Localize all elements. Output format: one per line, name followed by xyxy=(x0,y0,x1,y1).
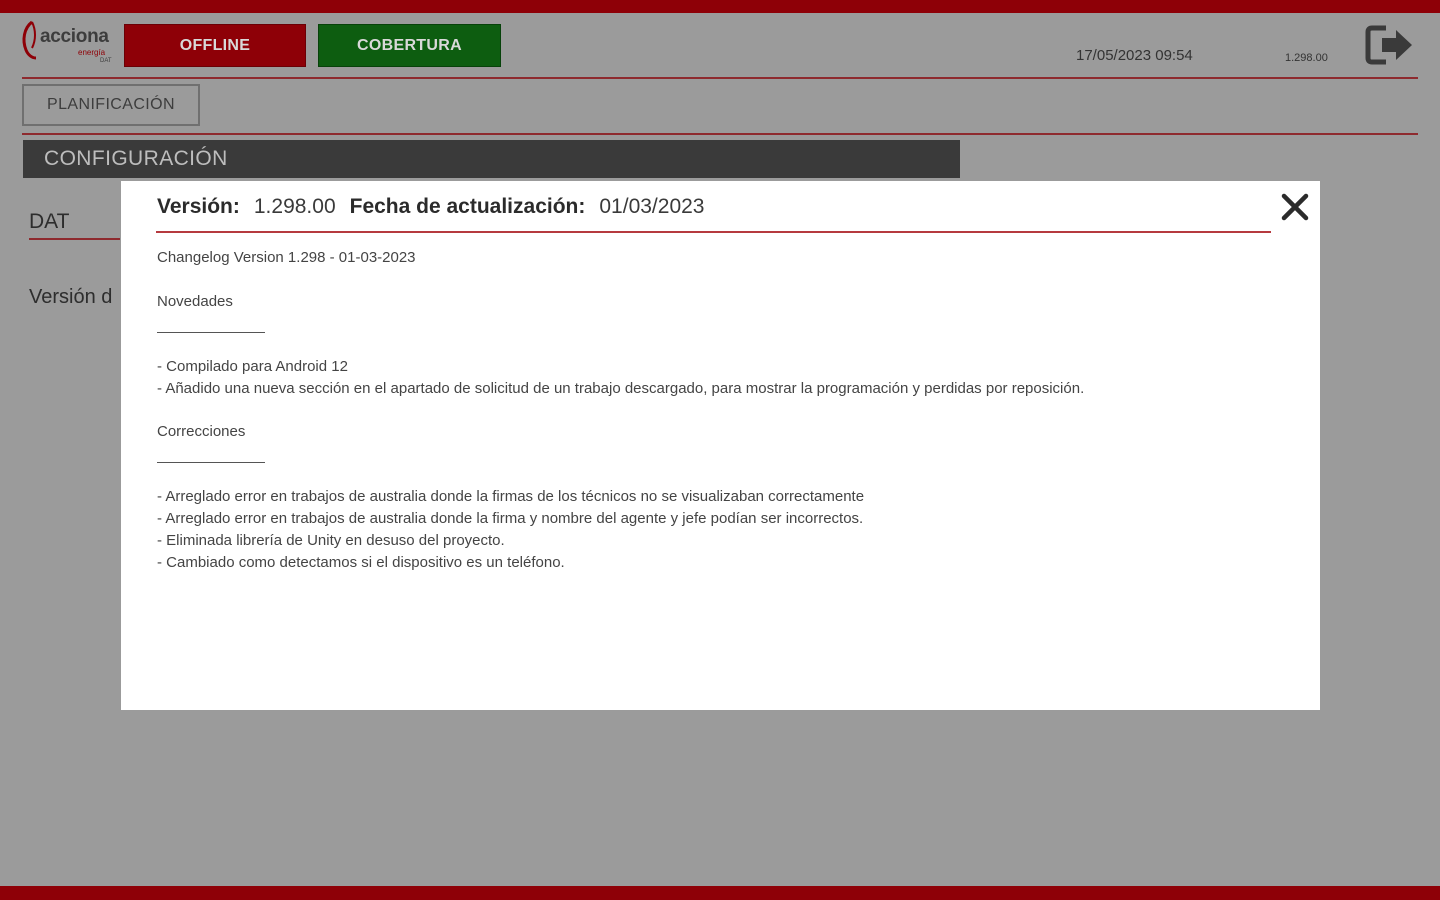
correcciones-item: - Eliminada librería de Unity en desuso … xyxy=(157,532,505,549)
bottom-accent-bar xyxy=(0,886,1440,900)
changelog-modal: Versión: 1.298.00 Fecha de actualización: 0… xyxy=(121,181,1320,710)
modal-version-label: Versión: xyxy=(157,195,240,218)
novedades-heading: Novedades xyxy=(157,293,233,310)
logo-sub-text: energía xyxy=(78,48,106,57)
acciona-logo: acciona energía DAT xyxy=(20,18,118,70)
correcciones-item: - Arreglado error en trabajos de austral… xyxy=(157,510,864,527)
modal-date-label: Fecha de actualización: xyxy=(349,195,586,218)
modal-title-divider xyxy=(156,231,1271,233)
correcciones-heading: Correcciones xyxy=(157,423,246,440)
logo-brand-text: acciona xyxy=(40,26,109,47)
novedades-item: - Compilado para Android 12 xyxy=(157,358,348,375)
datetime-text: 17/05/2023 09:54 xyxy=(1076,47,1193,64)
version-field-label: Versión d xyxy=(29,286,113,308)
changelog-title: Changelog Version 1.298 - 01-03-2023 xyxy=(157,249,416,266)
dat-tab-label[interactable]: DAT xyxy=(29,210,69,234)
nav-divider xyxy=(22,133,1418,135)
modal-date-value: 01/03/2023 xyxy=(599,195,705,218)
section-title: CONFIGURACIÓN xyxy=(23,140,960,178)
app-root: acciona energía DAT OFFLINE COBERTURA 17… xyxy=(0,0,1440,900)
dat-tab-underline xyxy=(29,238,120,240)
header-version-text: 1.298.00 xyxy=(1285,52,1328,64)
correcciones-item: - Arreglado error en trabajos de austral… xyxy=(157,488,865,505)
logo-sub2-text: DAT xyxy=(100,58,112,64)
cobertura-button[interactable]: COBERTURA xyxy=(318,24,501,67)
planificacion-button[interactable]: PLANIFICACIÓN xyxy=(22,84,200,126)
header-divider xyxy=(22,77,1418,79)
logout-icon[interactable] xyxy=(1364,22,1416,68)
correcciones-item: - Cambiado como detectamos si el disposi… xyxy=(157,554,565,571)
novedades-rule xyxy=(157,332,265,333)
acciona-logo-icon xyxy=(22,20,37,60)
modal-title-row: Versión: 1.298.00 Fecha de actualización: 0… xyxy=(157,195,718,219)
correcciones-rule xyxy=(157,462,265,463)
offline-button[interactable]: OFFLINE xyxy=(124,24,306,67)
top-accent-bar xyxy=(0,0,1440,13)
novedades-item: - Añadido una nueva sección en el aparta… xyxy=(157,380,1085,397)
modal-version-value: 1.298.00 xyxy=(253,195,336,218)
close-icon[interactable] xyxy=(1279,191,1311,223)
